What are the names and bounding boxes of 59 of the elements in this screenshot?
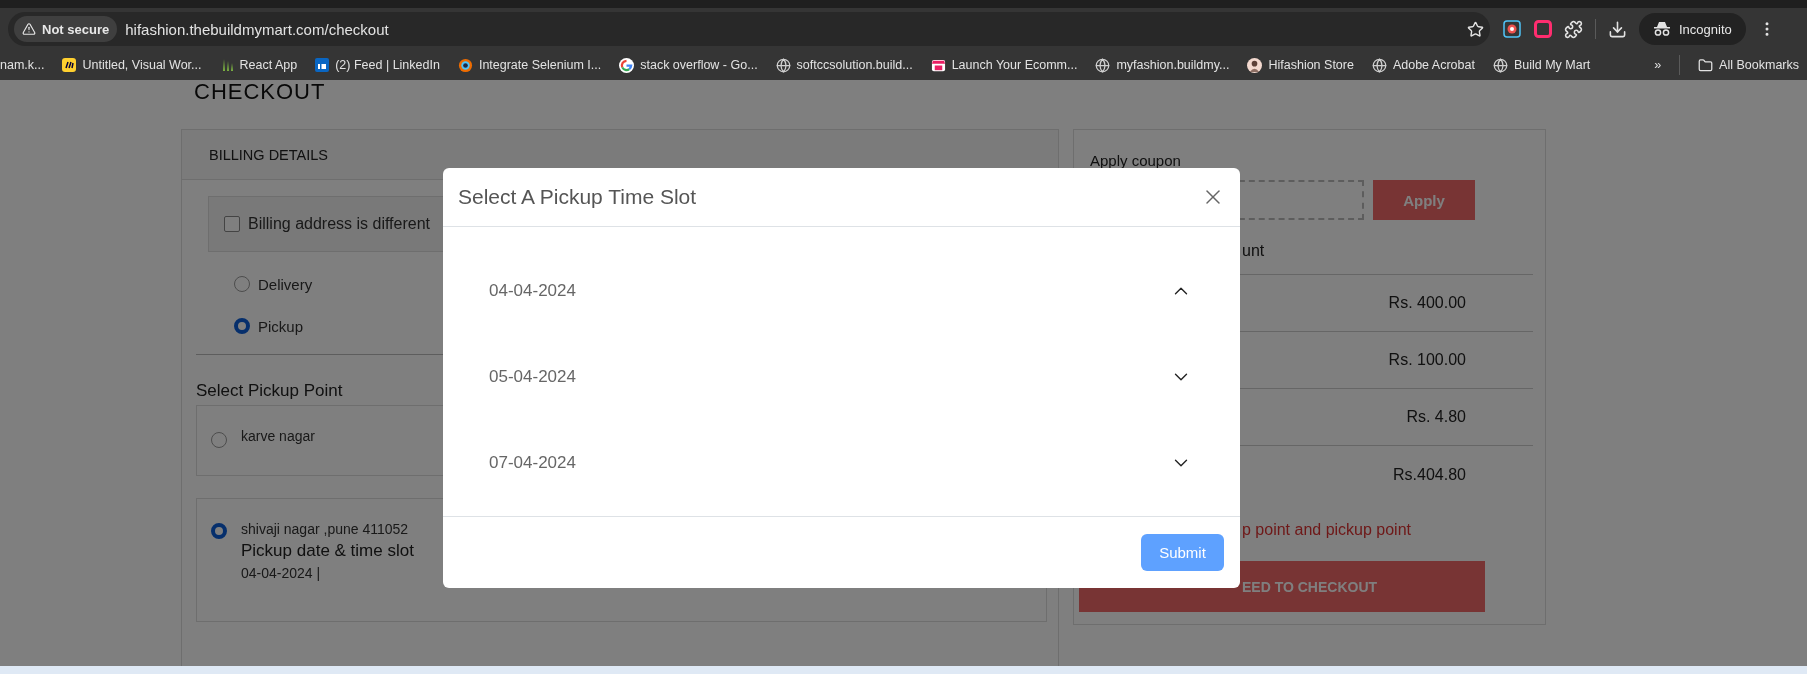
extension-icon[interactable]	[1502, 19, 1522, 39]
incognito-chip[interactable]: Incognito	[1639, 13, 1746, 45]
square-icon[interactable]	[1534, 20, 1552, 38]
globe-icon	[775, 57, 791, 73]
address-bar-url[interactable]: hifashion.thebuildmymart.com/checkout	[125, 20, 1459, 38]
globe-icon	[1492, 57, 1508, 73]
dialog-title: Select A Pickup Time Slot	[458, 185, 697, 209]
section-heading: Select Pickup Point	[196, 381, 343, 401]
checkbox-label: Billing address is different	[248, 215, 431, 233]
square-icon	[315, 58, 330, 72]
date-accordion-header[interactable]: 05-04-2024	[443, 334, 1240, 420]
bookmark[interactable]: softccsolution.build...	[775, 57, 913, 73]
slot-title: Pickup date & time slot	[241, 541, 414, 561]
radio-button[interactable]	[211, 432, 227, 448]
error-message: p point and pickup point	[1242, 521, 1411, 538]
radio-label: Delivery	[258, 275, 313, 293]
download-icon[interactable]	[1608, 19, 1627, 39]
circle-icon	[619, 57, 635, 73]
globe-icon	[1371, 57, 1387, 73]
date-accordion-header[interactable]: 07-04-2024	[443, 420, 1240, 506]
ring-icon	[457, 57, 473, 73]
price: Rs.404.80	[1393, 465, 1466, 484]
bookmark[interactable]: Untitled, Visual Wor...	[62, 58, 202, 72]
folder-icon	[1698, 57, 1714, 73]
square-icon	[62, 58, 77, 72]
bookmark[interactable]: (2) Feed | LinkedIn	[315, 58, 440, 72]
bookmark[interactable]: nam.k...	[0, 58, 45, 72]
page-title: CHECKOUT	[194, 80, 326, 104]
more-bookmarks[interactable]: »	[1654, 58, 1662, 72]
price: Rs. 100.00	[1388, 351, 1466, 369]
slot-value: 04-04-2024 |	[241, 565, 322, 581]
radio-button[interactable]	[211, 523, 227, 539]
coupon-label: Apply coupon	[1089, 152, 1182, 169]
checkbox[interactable]	[224, 216, 240, 232]
bookmark[interactable]: Launch Your Ecomm...	[930, 57, 1078, 73]
radio-label: Pickup	[258, 317, 304, 335]
bookmark[interactable]: myfashion.buildmy...	[1095, 57, 1230, 73]
bookmark[interactable]: Build My Mart	[1492, 57, 1591, 73]
avatar-icon	[1247, 57, 1263, 73]
security-chip[interactable]: Not secure	[14, 16, 118, 42]
warning-icon	[22, 22, 36, 36]
bookmark[interactable]: Integrate Selenium I...	[457, 57, 602, 73]
store-icon	[930, 57, 946, 73]
bookmark[interactable]: Hifashion Store	[1247, 57, 1354, 73]
globe-icon	[1095, 57, 1111, 73]
bookmark[interactable]: Adobe Acrobat	[1371, 57, 1475, 73]
price: Rs. 400.00	[1388, 294, 1466, 312]
price: Rs. 4.80	[1406, 408, 1466, 426]
pickup-point-name: karve nagar	[241, 428, 315, 444]
radio-button[interactable]	[234, 318, 250, 334]
star-icon[interactable]	[1467, 20, 1484, 38]
card-title: BILLING DETAILS	[209, 146, 328, 163]
bookmark[interactable]: stack overflow - Go...	[619, 57, 758, 73]
incognito-icon	[1653, 21, 1671, 37]
radio-button[interactable]	[234, 276, 250, 292]
extensions-icon[interactable]	[1564, 19, 1583, 39]
all-bookmarks[interactable]: All Bookmarks	[1698, 57, 1799, 73]
bookmark[interactable]: React App	[219, 58, 298, 72]
pickup-point-name: shivaji nagar ,pune 411052	[241, 521, 410, 537]
